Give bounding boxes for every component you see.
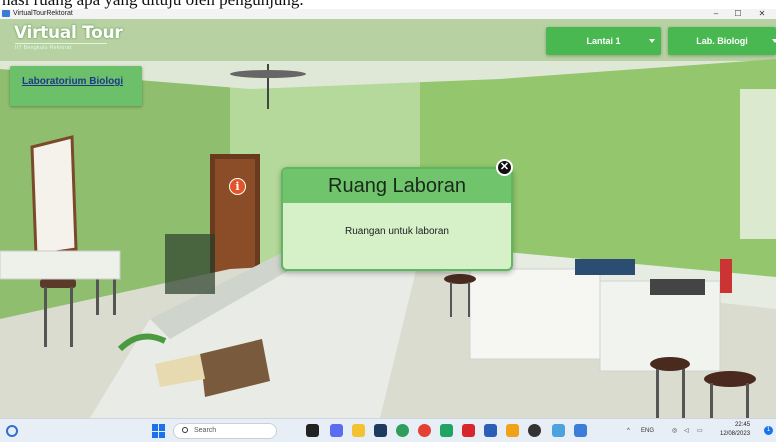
- logo-subtitle: IIT Bengkulu Rektorat: [15, 43, 107, 51]
- pdf-reader-icon[interactable]: [462, 424, 475, 437]
- close-window-button[interactable]: ✕: [752, 9, 772, 19]
- virtual-tour-app-icon[interactable]: [574, 424, 587, 437]
- window-titlebar: VirtualTourRektorat – ☐ ✕: [0, 9, 776, 19]
- room-dropdown[interactable]: Lab. Biologi: [668, 27, 776, 55]
- task-view-icon[interactable]: [306, 424, 319, 437]
- wifi-icon[interactable]: ◎: [672, 424, 677, 438]
- clock-time: 22:45: [735, 422, 751, 428]
- window-title: VirtualTourRektorat: [13, 10, 73, 17]
- virtual-tour-logo[interactable]: Virtual Tour: [14, 23, 123, 43]
- minimize-button[interactable]: –: [706, 9, 726, 19]
- info-hotspot-icon[interactable]: i: [229, 178, 246, 195]
- chevron-down-icon: [649, 39, 655, 43]
- widgets-icon[interactable]: [6, 425, 18, 437]
- floor-dropdown-label: Lantai 1: [586, 36, 621, 46]
- chevron-down-icon: [772, 39, 776, 43]
- volume-icon[interactable]: ◁: [684, 424, 689, 438]
- file-explorer-icon[interactable]: [352, 424, 365, 437]
- notes-icon[interactable]: [506, 424, 519, 437]
- clock-date: 12/08/2023: [720, 431, 751, 437]
- popup-description: Ruangan untuk laboran: [345, 226, 449, 237]
- floor-dropdown[interactable]: Lantai 1: [546, 27, 661, 55]
- chat-icon[interactable]: [330, 424, 343, 437]
- network-app-icon[interactable]: [552, 424, 565, 437]
- popup-close-icon[interactable]: ✕: [496, 159, 513, 176]
- chrome-browser-icon[interactable]: [418, 424, 431, 437]
- edge-browser-icon[interactable]: [396, 424, 409, 437]
- notification-badge[interactable]: 1: [764, 426, 773, 435]
- caption-text: nasi ruang apa yang dituju oleh pengunju…: [0, 0, 776, 9]
- language-indicator[interactable]: ENG: [641, 424, 654, 438]
- start-menu-icon[interactable]: [152, 424, 166, 438]
- word-icon[interactable]: [484, 424, 497, 437]
- meet-icon[interactable]: [440, 424, 453, 437]
- search-icon: [182, 427, 188, 433]
- current-room-label: Laboratorium Biologi: [10, 66, 142, 106]
- search-label: Search: [194, 427, 217, 434]
- system-clock[interactable]: 22:45 12/08/2023: [720, 421, 751, 439]
- tray-chevron-up-icon[interactable]: ^: [627, 424, 630, 438]
- windows-taskbar: Search ^ ENG ◎ ◁ ▭ 22:45 12/08/2023 1: [0, 418, 776, 442]
- obs-icon[interactable]: [528, 424, 541, 437]
- app-icon: [2, 10, 10, 17]
- popup-title: Ruang Laboran: [283, 169, 511, 203]
- app-store-icon[interactable]: [374, 424, 387, 437]
- taskbar-search[interactable]: Search: [173, 423, 277, 439]
- maximize-button[interactable]: ☐: [728, 9, 748, 19]
- info-popup: Ruang Laboran Ruangan untuk laboran: [281, 167, 513, 271]
- battery-icon[interactable]: ▭: [697, 424, 703, 438]
- room-dropdown-label: Lab. Biologi: [696, 36, 748, 46]
